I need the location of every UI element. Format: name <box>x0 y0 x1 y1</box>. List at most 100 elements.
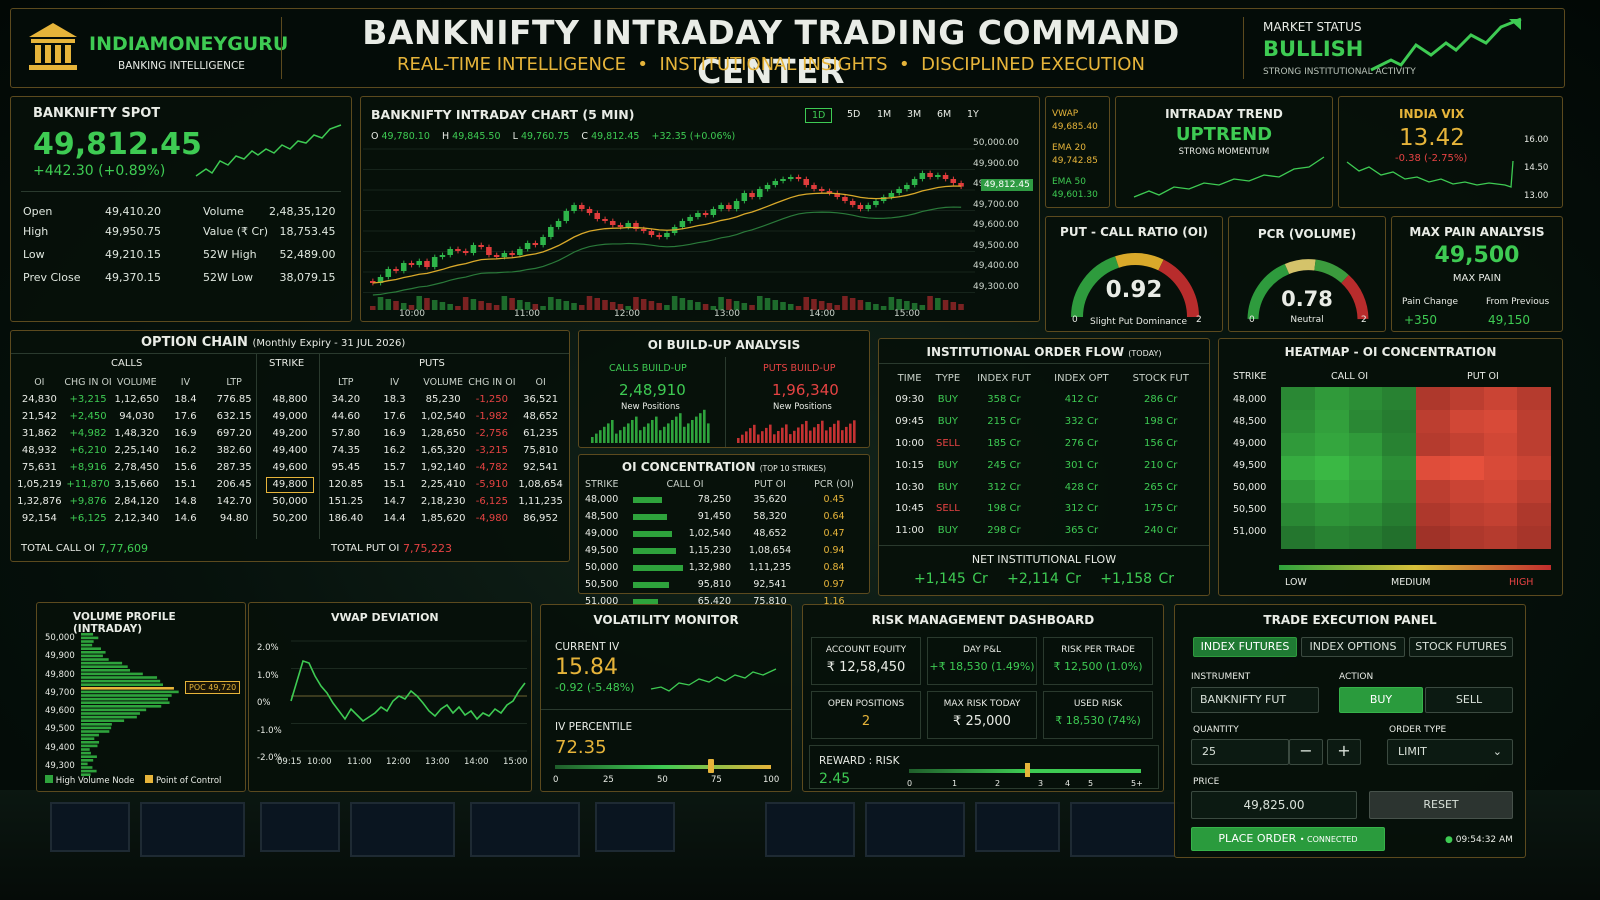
quantity-plus-button[interactable]: + <box>1327 739 1361 765</box>
heatmap-cell-call <box>1348 387 1383 411</box>
put-col-header: OI <box>535 376 546 388</box>
puts-buildup-bar <box>773 434 776 443</box>
risk-card: ACCOUNT EQUITY ₹ 12,58,450 <box>811 637 921 685</box>
puts-buildup-bar <box>761 431 764 443</box>
volume-bar <box>687 300 693 310</box>
option-chain-row[interactable]: 21,542 +2,450 94,030 17.6 632.15 49,000 44.60 1… <box>15 408 565 425</box>
ohlc-readout: O 49,780.10 H 49,845.50 L 49,760.75 C 49… <box>371 131 736 142</box>
candle-body <box>749 193 755 197</box>
calls-buildup-bar <box>631 420 634 443</box>
chart-y-axis: 50,000.0049,900.0049,800.0049,700.0049,6… <box>973 138 1019 292</box>
price-input[interactable]: 49,825.00 <box>1191 791 1357 819</box>
heatmap-cell-call <box>1281 387 1315 411</box>
flow-row: 09:30 BUY 358 Cr 412 Cr 286 Cr <box>895 394 1178 406</box>
place-order-button[interactable]: PLACE ORDER • CONNECTED <box>1191 827 1385 851</box>
order-type-select[interactable]: LIMIT ⌄ <box>1387 739 1513 765</box>
vp-bar <box>81 712 140 715</box>
candle-body <box>424 261 430 267</box>
option-chain-row[interactable]: 48,932 +6,210 2,25,140 16.2 382.60 49,400 74.3… <box>15 442 565 459</box>
volume-bar <box>865 302 871 310</box>
option-chain-row[interactable]: 75,631 +8,916 2,78,450 15.6 287.35 49,600 95.4… <box>15 459 565 476</box>
calls-buildup-bar <box>607 423 610 443</box>
option-chain-row[interactable]: 92,154 +6,125 2,12,340 14.6 94.80 50,200 186.4… <box>15 510 565 527</box>
puts-buildup-bar <box>853 420 856 443</box>
volume-bar <box>695 302 701 310</box>
calls-buildup-bar <box>627 423 630 443</box>
tab-index-futures[interactable]: INDEX FUTURES <box>1193 637 1297 657</box>
candle-body <box>695 213 701 217</box>
trade-execution-panel: TRADE EXECUTION PANEL INDEX FUTURES INDE… <box>1174 604 1526 858</box>
range-tab-1m[interactable]: 1M <box>871 108 897 121</box>
heatmap-cell-put <box>1416 456 1450 480</box>
heatmap-cell-put <box>1483 525 1518 549</box>
buy-button[interactable]: BUY <box>1339 687 1423 713</box>
puts-buildup-bar <box>817 424 820 443</box>
range-tab-1d[interactable]: 1D <box>805 108 833 123</box>
volume-bar <box>795 306 802 310</box>
inst-flow-title: INSTITUTIONAL ORDER FLOW (TODAY) <box>926 345 1162 359</box>
heatmap-cell-call <box>1281 525 1315 549</box>
calls-buildup-bar <box>651 420 654 443</box>
calls-buildup-bar <box>603 426 606 443</box>
candle-body <box>555 221 562 227</box>
calls-buildup-value: 2,48,910 <box>619 381 686 399</box>
calls-buildup-bar <box>659 430 662 443</box>
volume-bar <box>393 301 399 310</box>
flow-col-header: INDEX OPT <box>1054 372 1109 384</box>
range-tab-6m[interactable]: 6M <box>931 108 957 121</box>
quantity-minus-button[interactable]: − <box>1289 739 1323 765</box>
candle-body <box>431 257 438 267</box>
option-chain-title: OPTION CHAIN (Monthly Expiry - 31 JUL 20… <box>141 335 406 350</box>
candle-body <box>919 173 926 179</box>
candle-body <box>648 231 655 235</box>
conc-col-header: PCR (OI) <box>814 478 854 490</box>
volume-bar <box>555 299 562 310</box>
heatmap-strike: 48,000 <box>1233 394 1267 405</box>
heatmap-cell-put <box>1449 479 1484 503</box>
vp-bar <box>81 719 125 722</box>
quantity-input[interactable]: 25 <box>1191 739 1289 765</box>
calls-buildup-bar <box>671 420 674 443</box>
candle-body <box>517 249 523 255</box>
sell-button[interactable]: SELL <box>1425 687 1513 713</box>
candle-body <box>501 253 508 257</box>
risk-card: DAY P&L +₹ 18,530 (1.49%) <box>927 637 1037 685</box>
vp-bar <box>81 744 98 748</box>
heatmap-cell-put <box>1449 410 1484 434</box>
max-pain-value: 49,500 <box>1434 243 1520 268</box>
option-chain-row[interactable]: 31,862 +4,982 1,48,320 16.9 697.20 49,200 57.8… <box>15 425 565 442</box>
option-chain-row[interactable]: 24,830 +3,215 1,12,650 18.4 776.85 48,800 34.2… <box>15 391 565 408</box>
calls-buildup-bar <box>695 416 698 443</box>
spot-price: 49,812.45 <box>33 127 202 162</box>
volume-bar <box>958 304 964 310</box>
range-tab-5d[interactable]: 5D <box>841 108 866 121</box>
heatmap-cell-call <box>1314 479 1349 503</box>
option-chain-row[interactable]: 1,32,876 +9,876 2,84,120 14.8 142.70 50,000 15… <box>15 493 565 510</box>
heatmap-strike: 50,000 <box>1233 482 1267 493</box>
trend-panel: INTRADAY TREND UPTREND STRONG MOMENTUM <box>1115 96 1333 208</box>
call-col-header: LTP <box>226 376 242 388</box>
volume-bar <box>679 298 686 310</box>
calls-buildup-bar <box>643 426 646 443</box>
range-tab-3m[interactable]: 3M <box>901 108 927 121</box>
vwap-y-tick: 0% <box>257 698 271 708</box>
flow-row: 11:00 BUY 298 Cr 365 Cr 240 Cr <box>895 525 1178 537</box>
option-chain-table: OI CHG IN OI VOLUME IV LTP LTP IV VOLUME CHG IN … <box>15 373 565 527</box>
heatmap-cell-call <box>1348 410 1383 434</box>
tab-stock-futures[interactable]: STOCK FUTURES <box>1409 637 1513 657</box>
heatmap-cell-put <box>1449 433 1484 457</box>
heatmap-cell-call <box>1281 433 1315 457</box>
tab-index-options[interactable]: INDEX OPTIONS <box>1301 637 1405 657</box>
candle-body <box>532 243 539 245</box>
vp-bar <box>81 730 110 733</box>
range-tab-1y[interactable]: 1Y <box>961 108 985 121</box>
volume-bar <box>455 306 461 310</box>
heatmap-cell-call <box>1314 502 1349 526</box>
puts-buildup-bar <box>741 434 744 443</box>
heatmap-cell-call <box>1382 387 1416 411</box>
conc-bar <box>633 513 667 520</box>
vp-level: 49,300 <box>45 761 75 772</box>
reset-button[interactable]: RESET <box>1369 791 1513 819</box>
volume-bar <box>849 298 856 310</box>
instrument-select[interactable]: BANKNIFTY FUT <box>1191 687 1319 713</box>
